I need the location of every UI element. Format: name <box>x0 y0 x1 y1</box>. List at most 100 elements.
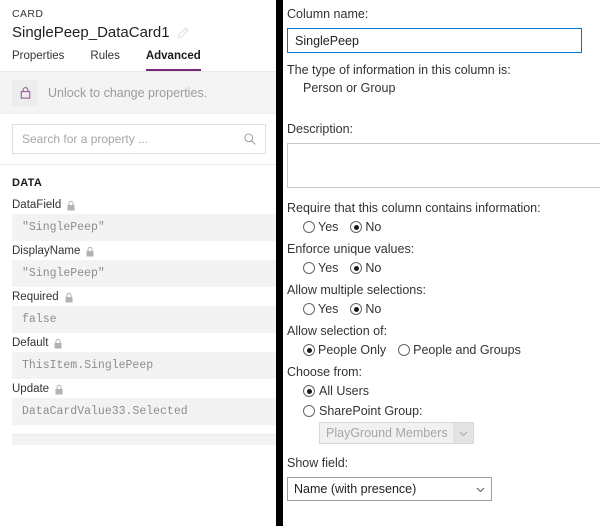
column-type-value: Person or Group <box>303 81 396 95</box>
show-field-select[interactable]: Name (with presence) <box>287 477 492 501</box>
sharepoint-group-radio[interactable]: SharePoint Group: <box>303 401 588 421</box>
radio-label: People and Groups <box>413 343 521 357</box>
property-label-line: DataField <box>12 195 276 214</box>
allow-multiple-label: Allow multiple selections: <box>287 283 426 297</box>
show-field-value: Name (with presence) <box>294 482 417 496</box>
choose-from-label: Choose from: <box>287 365 363 379</box>
search-icon[interactable] <box>243 132 257 146</box>
multiple-no-radio[interactable]: No <box>350 300 381 318</box>
property-label: Update <box>12 383 50 395</box>
property-pane: CARD SinglePeep_DataCard1 Properties Rul… <box>0 0 276 526</box>
chevron-down-icon <box>453 423 473 443</box>
property-label-line: Update <box>12 379 276 398</box>
tab-rules[interactable]: Rules <box>90 49 119 71</box>
lock-small-icon <box>53 337 63 349</box>
property-label-line: DisplayName <box>12 241 276 260</box>
allow-multiple-radio-group: Yes No <box>287 299 588 319</box>
radio-circle <box>350 221 363 233</box>
radio-label: Yes <box>318 220 339 234</box>
lock-small-icon <box>66 199 76 211</box>
radio-circle <box>303 344 315 356</box>
unique-no-radio[interactable]: No <box>350 259 381 277</box>
radio-circle <box>303 303 315 315</box>
column-name-input[interactable] <box>287 28 582 53</box>
panel-divider[interactable] <box>276 0 283 526</box>
lock-closed-icon[interactable] <box>12 79 38 106</box>
section-title-data: DATA <box>12 177 43 189</box>
search-container <box>0 114 276 164</box>
lock-small-icon <box>54 383 64 395</box>
app-root: CARD SinglePeep_DataCard1 Properties Rul… <box>0 0 600 526</box>
property-value[interactable]: "SinglePeep" <box>12 260 276 287</box>
lock-small-icon <box>64 291 74 303</box>
radio-circle <box>350 303 363 315</box>
enforce-unique-label: Enforce unique values: <box>287 242 415 256</box>
radio-label: Yes <box>318 261 339 275</box>
property-label: DisplayName <box>12 245 81 257</box>
column-name-label: Column name: <box>287 7 369 21</box>
description-textarea[interactable] <box>287 143 600 188</box>
description-label: Description: <box>287 122 353 136</box>
radio-label: No <box>365 220 382 234</box>
unlock-bar[interactable]: Unlock to change properties. <box>0 72 276 114</box>
require-yes-radio[interactable]: Yes <box>303 218 338 236</box>
radio-circle <box>303 262 315 274</box>
people-only-radio[interactable]: People Only <box>303 341 386 359</box>
tab-advanced[interactable]: Advanced <box>145 49 201 71</box>
radio-circle <box>303 221 315 233</box>
require-information-radio-group: Yes No <box>287 217 588 237</box>
radio-label: No <box>365 261 382 275</box>
radio-label: People Only <box>318 343 387 357</box>
property-label: DataField <box>12 199 62 211</box>
card-title-row: SinglePeep_DataCard1 <box>12 23 264 43</box>
people-and-groups-radio[interactable]: People and Groups <box>398 341 521 359</box>
page-title: SinglePeep_DataCard1 <box>12 24 170 41</box>
radio-circle <box>303 385 315 397</box>
property-row-required: Required false <box>0 287 276 333</box>
property-value[interactable]: "SinglePeep" <box>12 214 276 241</box>
show-field-label: Show field: <box>287 456 349 470</box>
allow-selection-label: Allow selection of: <box>287 324 388 338</box>
radio-circle <box>303 405 315 417</box>
property-value[interactable]: DataCardValue33.Selected <box>12 398 276 425</box>
property-value[interactable]: false <box>12 306 276 333</box>
radio-circle <box>350 262 363 274</box>
lock-small-icon <box>85 245 95 257</box>
property-value-partial[interactable] <box>12 435 276 445</box>
property-label-line: Required <box>12 287 276 306</box>
search-input[interactable] <box>22 132 239 146</box>
property-row-update: Update DataCardValue33.Selected <box>0 379 276 445</box>
radio-label: No <box>365 302 382 316</box>
all-users-radio[interactable]: All Users <box>303 381 588 401</box>
sharepoint-group-value: PlayGround Members <box>326 426 448 440</box>
allow-selection-radio-group: People Only People and Groups <box>287 340 588 360</box>
chevron-down-icon <box>469 484 491 495</box>
unlock-message: Unlock to change properties. <box>48 85 208 100</box>
search-box[interactable] <box>12 124 266 154</box>
property-label: Required <box>12 291 59 303</box>
column-type-label: The type of information in this column i… <box>287 63 511 77</box>
property-label-line: Default <box>12 333 276 352</box>
multiple-yes-radio[interactable]: Yes <box>303 300 338 318</box>
tab-bar: Properties Rules Advanced <box>0 43 276 72</box>
require-no-radio[interactable]: No <box>350 218 381 236</box>
card-kicker: CARD <box>12 8 44 20</box>
require-information-label: Require that this column contains inform… <box>287 201 541 215</box>
pencil-icon[interactable] <box>176 26 190 40</box>
column-settings-panel: Column name: The type of information in … <box>283 0 600 526</box>
enforce-unique-radio-group: Yes No <box>287 258 588 278</box>
card-header: CARD SinglePeep_DataCard1 <box>0 0 276 43</box>
radio-label: SharePoint Group: <box>319 404 423 418</box>
radio-circle <box>398 344 411 356</box>
property-row-default: Default ThisItem.SinglePeep <box>0 333 276 379</box>
sharepoint-group-select: PlayGround Members <box>319 422 474 444</box>
radio-label: All Users <box>319 384 370 398</box>
choose-from-radio-group: All Users SharePoint Group: <box>287 381 588 421</box>
property-row-displayname: DisplayName "SinglePeep" <box>0 241 276 287</box>
unique-yes-radio[interactable]: Yes <box>303 259 338 277</box>
property-label: Default <box>12 337 49 349</box>
property-value[interactable]: ThisItem.SinglePeep <box>12 352 276 379</box>
radio-label: Yes <box>318 302 339 316</box>
tab-properties[interactable]: Properties <box>12 49 64 71</box>
property-row-datafield: DataField "SinglePeep" <box>0 195 276 241</box>
